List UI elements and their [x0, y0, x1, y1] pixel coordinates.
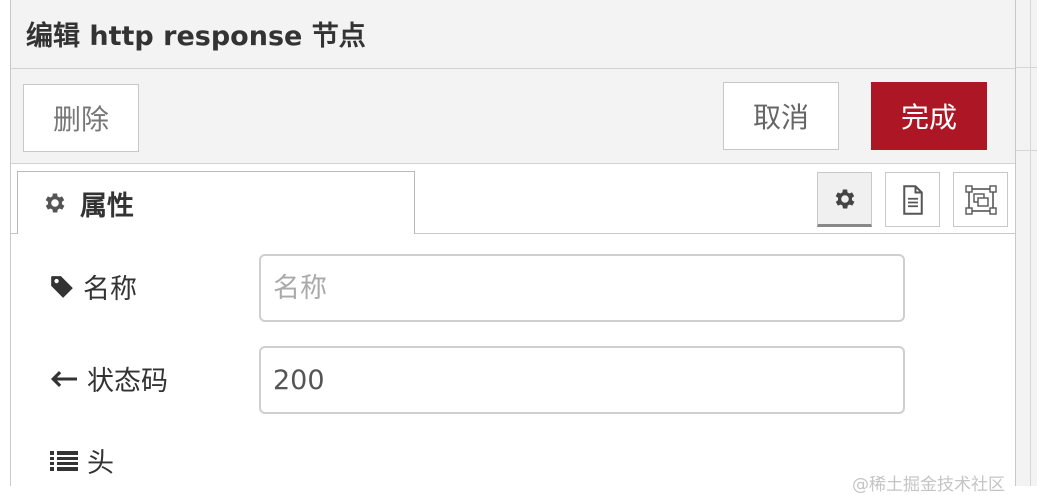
- properties-panel-button[interactable]: [817, 172, 872, 227]
- dialog-title: 编辑 http response 节点: [26, 21, 366, 52]
- status-code-input[interactable]: [259, 346, 905, 414]
- edge-line: [1015, 150, 1037, 151]
- delete-button[interactable]: 删除: [23, 84, 139, 152]
- status-code-row-label: 状态码: [49, 359, 168, 398]
- name-row-label: 名称: [49, 267, 137, 306]
- cog-icon: [835, 188, 854, 209]
- tabs-bar: 属性: [11, 164, 1015, 234]
- cog-icon: [45, 193, 65, 213]
- description-panel-button[interactable]: [885, 172, 940, 227]
- watermark-text: @稀土掘金技术社区: [852, 475, 1005, 495]
- dialog-header: 编辑 http response 节点: [11, 0, 1015, 69]
- tag-icon: [49, 274, 75, 300]
- dialog-toolbar: 删除 取消 完成: [11, 69, 1015, 164]
- status-code-label: 状态码: [87, 366, 168, 397]
- edge-line: [1015, 67, 1037, 68]
- edge-line: [1030, 0, 1031, 486]
- tab-properties-label: 属性: [80, 190, 134, 222]
- headers-row-label: 头: [49, 441, 114, 480]
- done-button[interactable]: 完成: [871, 82, 987, 150]
- list-icon: [49, 449, 79, 473]
- edit-dialog-tray: 编辑 http response 节点 删除 取消 完成 属性 名称 名称 状态…: [10, 0, 1016, 486]
- name-label: 名称: [83, 274, 137, 305]
- properties-form: 名称 状态码 头: [11, 235, 1015, 486]
- file-text-icon: [902, 184, 923, 215]
- arrow-left-icon: [49, 368, 79, 390]
- tab-properties[interactable]: 属性: [17, 171, 415, 234]
- cancel-button[interactable]: 取消: [723, 82, 839, 150]
- background-workspace-edge: [1015, 0, 1037, 486]
- object-group-icon: [964, 184, 997, 215]
- headers-label: 头: [87, 448, 114, 479]
- appearance-panel-button[interactable]: [953, 172, 1008, 227]
- name-input[interactable]: [259, 254, 905, 322]
